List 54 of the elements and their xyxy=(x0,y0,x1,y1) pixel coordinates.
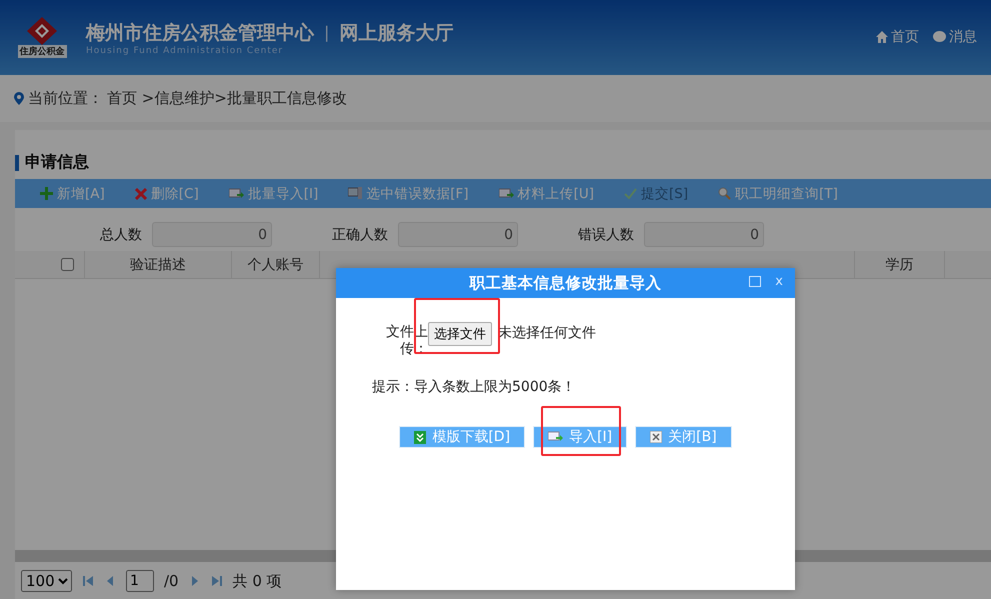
column-header: 个人账号 xyxy=(232,251,320,278)
page-size-select[interactable]: 100 xyxy=(21,570,72,592)
last-page-icon[interactable] xyxy=(210,575,223,587)
computer-icon xyxy=(348,187,362,200)
total-count: 共 0 项 xyxy=(232,572,282,590)
count-field[interactable]: 0 xyxy=(644,222,764,247)
plus-icon xyxy=(40,187,53,200)
column-header: 学历 xyxy=(855,251,945,278)
dialog-button[interactable]: 导入[I] xyxy=(533,426,628,448)
import-hint: 提示：导入条数上限为5000条！ xyxy=(371,378,577,396)
count-label: 总人数 xyxy=(100,226,142,244)
dialog-button[interactable]: 关闭[B] xyxy=(635,426,732,448)
logo-icon xyxy=(27,17,57,45)
toolbar-button[interactable]: 新增[A] xyxy=(40,184,105,202)
organization-name: 梅州市住房公积金管理中心 xyxy=(86,20,314,46)
check-icon xyxy=(624,188,637,199)
title-separator: | xyxy=(324,23,330,42)
total-pages: /0 xyxy=(164,572,179,590)
home-icon xyxy=(876,31,888,43)
select-all-checkbox[interactable] xyxy=(61,258,74,271)
toolbar-button[interactable]: 选中错误数据[F] xyxy=(348,184,469,202)
portal-name: 网上服务大厅 xyxy=(339,20,454,46)
dialog-title: 职工基本信息修改批量导入 xyxy=(470,272,662,294)
logo-text: 住房公积金 xyxy=(18,45,66,58)
count-field[interactable]: 0 xyxy=(398,222,518,247)
location-pin-icon xyxy=(14,92,24,105)
toolbar-button[interactable]: 删除[C] xyxy=(134,184,199,202)
nav-link[interactable]: 消息 xyxy=(933,28,977,46)
cross-icon xyxy=(134,188,147,200)
choose-file-button[interactable]: 选择文件 xyxy=(428,322,492,346)
toolbar-button[interactable]: 材料上传[U] xyxy=(498,184,594,202)
search-icon xyxy=(718,187,732,200)
nav-link[interactable]: 首页 xyxy=(876,28,919,46)
toolbar-button[interactable]: 职工明细查询[T] xyxy=(718,184,838,202)
envelope-arrow-icon xyxy=(548,431,564,443)
breadcrumb-path: 首页 >信息维护>批量职工信息修改 xyxy=(107,89,347,108)
count-label: 错误人数 xyxy=(578,226,634,244)
close-button[interactable]: x xyxy=(775,274,783,289)
first-page-icon[interactable] xyxy=(82,575,94,587)
section-title: 申请信息 xyxy=(25,152,89,173)
envelope-arrow-icon xyxy=(228,188,244,200)
envelope-arrow-icon xyxy=(498,188,514,200)
count-field[interactable]: 0 xyxy=(152,222,272,247)
page-number-field[interactable]: 1 xyxy=(126,570,154,592)
count-label: 正确人数 xyxy=(332,226,388,244)
column-header: 验证描述 xyxy=(85,251,232,278)
download-icon xyxy=(414,430,426,444)
dialog-button[interactable]: 模版下载[D] xyxy=(399,426,526,448)
close-icon xyxy=(650,431,662,443)
organization-subtitle: Housing Fund Administration Center xyxy=(86,46,284,56)
maximize-icon[interactable] xyxy=(749,276,762,287)
chat-bubble-icon xyxy=(933,31,946,43)
breadcrumb-label: 当前位置： xyxy=(28,89,103,108)
toolbar-button[interactable]: 批量导入[I] xyxy=(228,184,318,202)
